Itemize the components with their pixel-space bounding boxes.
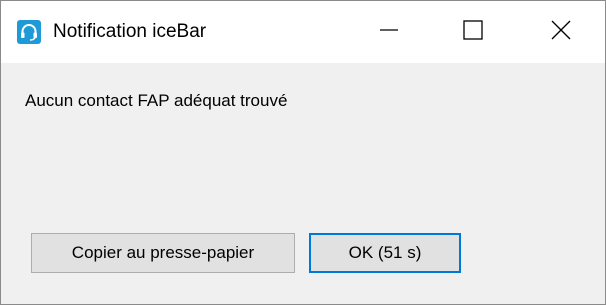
minimize-button[interactable]	[349, 1, 429, 63]
notification-message: Aucun contact FAP adéquat trouvé	[25, 91, 288, 110]
minimize-icon	[379, 20, 399, 45]
title-bar[interactable]: Notification iceBar	[1, 1, 605, 63]
dialog-body: Aucun contact FAP adéquat trouvé Copier …	[1, 63, 605, 304]
headset-icon	[17, 20, 41, 44]
copy-to-clipboard-button[interactable]: Copier au presse-papier	[31, 233, 295, 273]
close-button[interactable]	[521, 1, 601, 63]
close-icon	[550, 19, 572, 46]
ok-button[interactable]: OK (51 s)	[309, 233, 461, 273]
maximize-icon	[462, 19, 484, 46]
notification-window: Notification iceBar Aucun contact FAP ad…	[0, 0, 606, 305]
maximize-button[interactable]	[433, 1, 513, 63]
window-title: Notification iceBar	[53, 21, 207, 42]
